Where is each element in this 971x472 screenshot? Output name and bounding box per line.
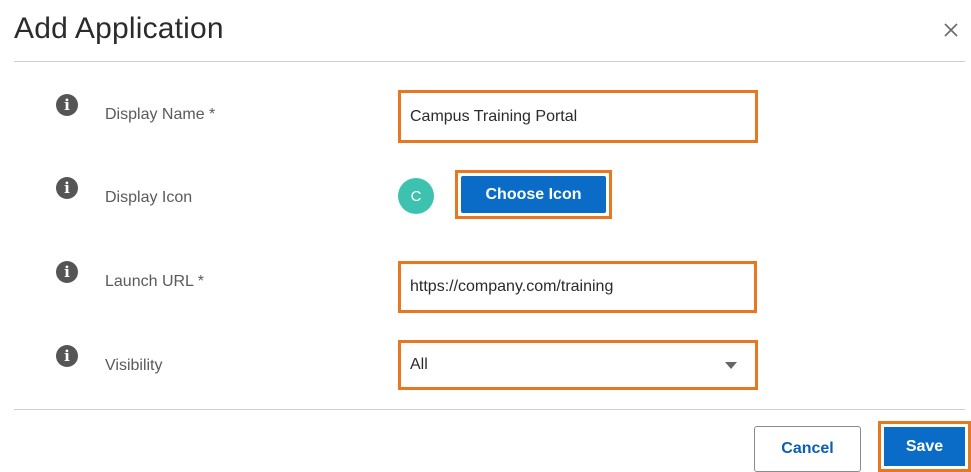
display-name-field[interactable] <box>398 90 758 143</box>
save-label: Save <box>884 427 965 466</box>
display-name-input[interactable] <box>410 107 755 126</box>
info-icon[interactable]: i <box>56 94 78 116</box>
save-button[interactable]: Save <box>878 421 971 472</box>
app-avatar: C <box>398 178 434 214</box>
display-icon-label: Display Icon <box>105 189 193 206</box>
footer-divider <box>14 409 965 410</box>
info-icon[interactable]: i <box>56 261 78 283</box>
visibility-label: Visibility <box>105 357 163 374</box>
chevron-down-icon <box>725 362 737 369</box>
launch-url-label: Launch URL * <box>105 273 205 290</box>
display-name-label: Display Name * <box>105 106 216 123</box>
launch-url-field[interactable] <box>398 261 757 313</box>
header-divider <box>14 61 965 62</box>
visibility-selected-value: All <box>410 356 428 373</box>
dialog-title: Add Application <box>14 12 224 45</box>
choose-icon-button[interactable]: Choose Icon <box>455 170 612 219</box>
info-icon[interactable]: i <box>56 177 78 199</box>
info-icon[interactable]: i <box>56 345 78 367</box>
choose-icon-label: Choose Icon <box>461 176 606 213</box>
launch-url-input[interactable] <box>410 278 754 296</box>
close-icon[interactable] <box>939 18 963 42</box>
cancel-button[interactable]: Cancel <box>754 426 861 472</box>
visibility-select[interactable]: All <box>398 340 758 390</box>
